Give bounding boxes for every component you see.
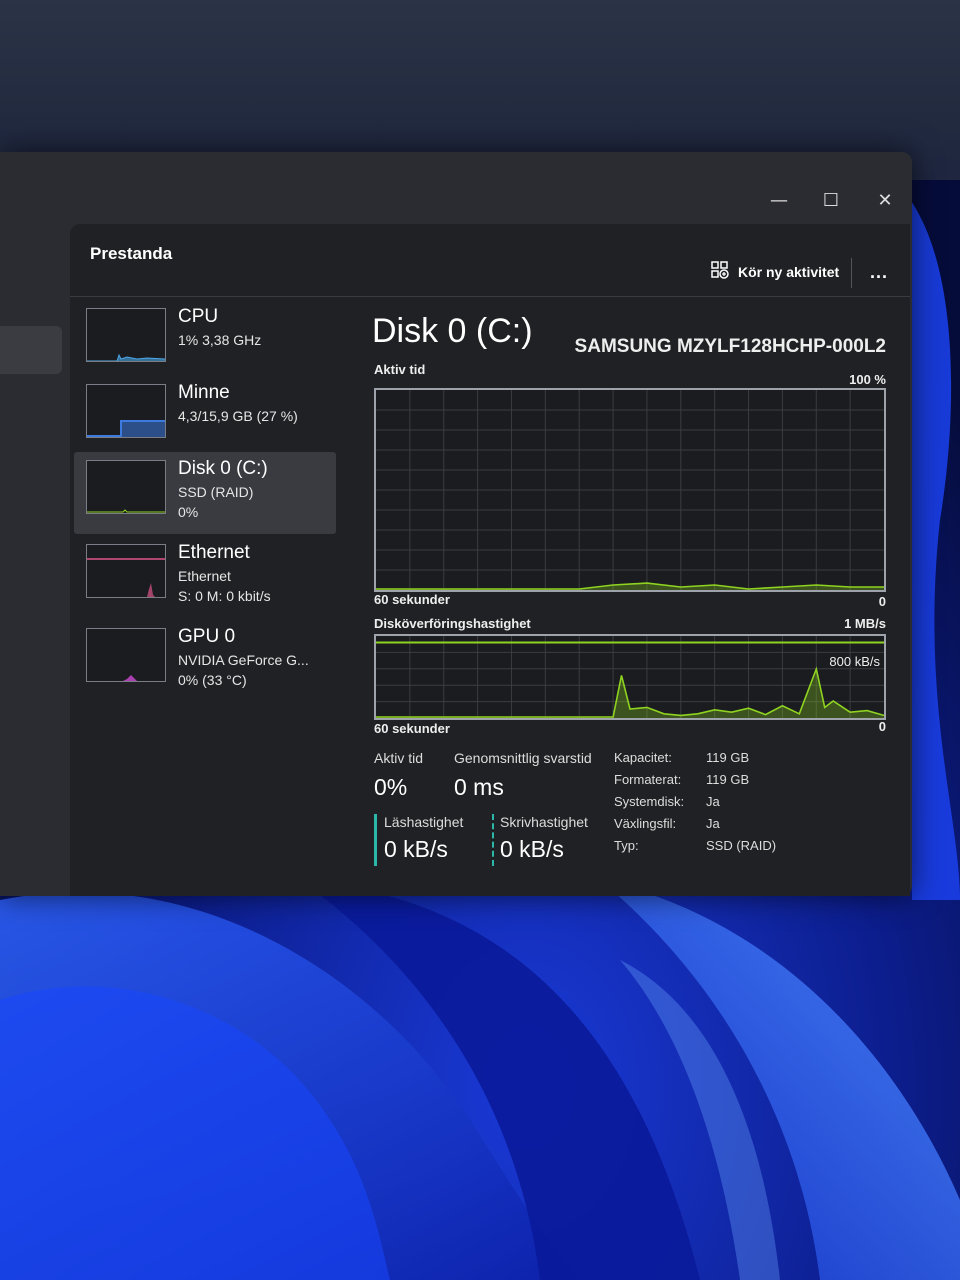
device-item-cpu[interactable]: CPU 1% 3,38 GHz [74, 300, 336, 382]
page-title: Prestanda [90, 244, 173, 263]
active-time-label: Aktiv tid [374, 750, 424, 766]
cpu-thumbnail-graph [86, 308, 166, 362]
device-item-gpu0[interactable]: GPU 0 NVIDIA GeForce G... 0% (33 °C) [74, 620, 336, 702]
device-detail: Ethernet [178, 568, 231, 584]
device-name: Minne [178, 382, 230, 403]
capacity-value: 119 GB [706, 750, 750, 765]
active-time-time-label: 60 sekunder [374, 592, 450, 607]
device-item-disk0[interactable]: Disk 0 (C:) SSD (RAID) 0% [74, 452, 336, 534]
header-divider [70, 296, 910, 297]
active-time-chart [374, 388, 886, 592]
page-file-label: Växlingsfil: [614, 816, 677, 831]
device-item-ethernet[interactable]: Ethernet Ethernet S: 0 M: 0 kbit/s [74, 536, 336, 618]
more-options-button[interactable]: ... [870, 262, 888, 283]
type-label: Typ: [614, 838, 639, 853]
device-detail: NVIDIA GeForce G... [178, 652, 309, 668]
device-detail: 1% 3,38 GHz [178, 332, 262, 348]
new-task-icon [710, 260, 730, 283]
toolbar-divider [851, 258, 852, 288]
type-value: SSD (RAID) [706, 838, 777, 853]
transfer-chart-label: Disköverföringshastighet [374, 616, 531, 631]
system-disk-label: Systemdisk: [614, 794, 685, 809]
run-new-task-button[interactable]: Kör ny aktivitet [710, 260, 839, 283]
formatted-value: 119 GB [706, 772, 750, 787]
ethernet-thumbnail-graph [86, 544, 166, 598]
write-speed-label: Skrivhastighet [500, 814, 588, 830]
device-usage: 0% (33 °C) [178, 672, 247, 688]
gpu-thumbnail-graph [86, 628, 166, 682]
nav-selection[interactable] [0, 326, 62, 374]
read-speed-label: Läshastighet [384, 814, 464, 830]
run-new-task-label: Kör ny aktivitet [738, 263, 840, 280]
device-usage: S: 0 M: 0 kbit/s [178, 588, 271, 604]
page-file-value: Ja [706, 816, 720, 831]
device-usage: 0% [178, 504, 199, 520]
avg-response-label: Genomsnittlig svarstid [454, 750, 592, 766]
transfer-min-label: 0 [878, 719, 886, 734]
active-time-chart-label: Aktiv tid [374, 362, 426, 377]
formatted-label: Formaterat: [614, 772, 682, 787]
active-time-value: 0% [374, 774, 408, 800]
device-detail: 4,3/15,9 GB (27 %) [178, 408, 298, 424]
avg-response-value: 0 ms [454, 774, 504, 800]
active-time-min-label: 0 [878, 594, 886, 609]
transfer-max-label: 1 MB/s [844, 616, 886, 631]
device-name: GPU 0 [178, 626, 236, 647]
disk-thumbnail-graph [86, 460, 166, 514]
transfer-chart [374, 634, 886, 720]
active-time-max-label: 100 % [849, 372, 886, 387]
read-speed-indicator [374, 814, 377, 866]
chart-grid [376, 390, 884, 590]
disk-title: Disk 0 (C:) [372, 312, 533, 350]
close-button[interactable]: ✕ [870, 186, 900, 216]
read-speed-value: 0 kB/s [384, 836, 448, 862]
disk-model: SAMSUNG MZYLF128HCHP-000L2 [574, 336, 886, 357]
transfer-time-label: 60 sekunder [374, 721, 450, 736]
memory-thumbnail-graph [86, 384, 166, 438]
write-speed-indicator [492, 814, 494, 866]
maximize-button[interactable]: ☐ [816, 186, 846, 216]
system-disk-value: Ja [706, 794, 720, 809]
device-detail: SSD (RAID) [178, 484, 254, 500]
transfer-mid-label: 800 kB/s [829, 654, 880, 669]
device-name: CPU [178, 306, 219, 327]
performance-panel: Prestanda Kör ny aktivitet ... CPU 1% 3,… [70, 224, 910, 896]
device-item-memory[interactable]: Minne 4,3/15,9 GB (27 %) [74, 376, 336, 458]
write-speed-value: 0 kB/s [500, 836, 564, 862]
minimize-button[interactable]: — [764, 186, 794, 216]
capacity-label: Kapacitet: [614, 750, 672, 765]
device-name: Disk 0 (C:) [178, 458, 268, 479]
device-name: Ethernet [178, 542, 250, 563]
